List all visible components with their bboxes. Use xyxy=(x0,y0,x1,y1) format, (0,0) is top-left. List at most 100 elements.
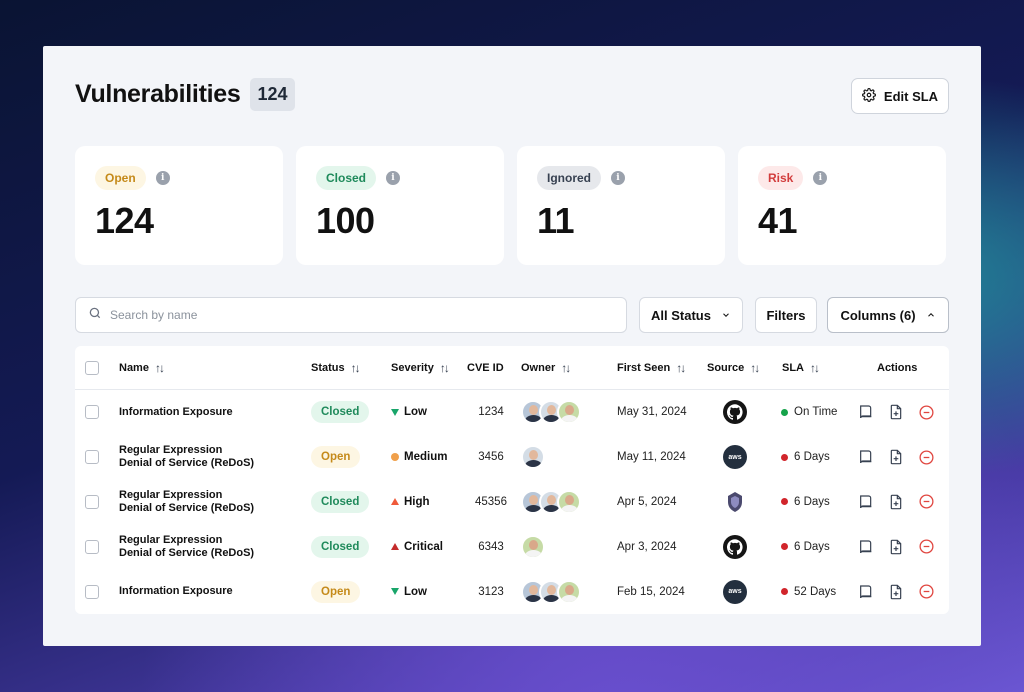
add-file-icon[interactable] xyxy=(887,448,905,466)
book-icon[interactable] xyxy=(857,403,875,421)
status-dropdown-label: All Status xyxy=(651,307,711,323)
aws-icon: aws xyxy=(723,445,747,470)
vulnerability-name[interactable]: Regular Expression Denial of Service (ReD… xyxy=(119,524,254,569)
github-icon xyxy=(723,400,747,425)
column-source[interactable]: Source ↑↓ xyxy=(707,346,760,390)
row-checkbox[interactable] xyxy=(85,405,99,420)
row-checkbox[interactable] xyxy=(85,450,99,465)
status-badge: Closed xyxy=(311,401,370,424)
sla-dot-icon xyxy=(781,543,788,551)
severity-low-icon xyxy=(391,408,399,416)
first-seen-date: Apr 5, 2024 xyxy=(617,495,677,508)
add-file-icon[interactable] xyxy=(887,538,905,556)
add-file-icon[interactable] xyxy=(887,403,905,421)
shield-icon xyxy=(723,490,747,514)
row-checkbox[interactable] xyxy=(85,584,99,599)
card-ignored: Ignored i 11 xyxy=(517,146,725,265)
cve-id: 3123 xyxy=(478,585,504,598)
row-checkbox[interactable] xyxy=(85,494,99,509)
open-count: 124 xyxy=(95,200,154,241)
book-icon[interactable] xyxy=(857,448,875,466)
owner-avatars[interactable] xyxy=(521,489,581,514)
owner-avatars[interactable] xyxy=(521,400,581,425)
book-icon[interactable] xyxy=(857,493,875,511)
status-dropdown[interactable]: All Status xyxy=(639,297,743,333)
add-file-icon[interactable] xyxy=(887,493,905,511)
column-first-seen[interactable]: First Seen ↑↓ xyxy=(617,346,686,390)
sla-status: 6 Days xyxy=(781,480,830,525)
column-owner[interactable]: Owner ↑↓ xyxy=(521,346,571,390)
column-status[interactable]: Status ↑↓ xyxy=(311,346,361,390)
info-icon[interactable]: i xyxy=(611,171,625,185)
column-sla[interactable]: SLA ↑↓ xyxy=(782,346,820,390)
info-icon[interactable]: i xyxy=(813,171,828,185)
sla-status: 6 Days xyxy=(781,524,830,569)
gear-icon xyxy=(861,87,876,105)
vulnerability-name[interactable]: Information Exposure xyxy=(119,390,233,435)
avatar xyxy=(557,400,581,425)
search-box[interactable] xyxy=(75,297,627,333)
vulnerabilities-panel: Vulnerabilities 124 Edit SLA Open i 124 … xyxy=(43,46,981,646)
owner-avatars[interactable] xyxy=(521,534,545,559)
remove-icon[interactable] xyxy=(917,583,935,601)
remove-icon[interactable] xyxy=(917,448,935,466)
status-badge: Open xyxy=(311,580,361,603)
table-toolbar: All Status Filters Columns (6) xyxy=(75,297,949,333)
vulnerability-name[interactable]: Regular Expression Denial of Service (ReD… xyxy=(119,435,254,480)
sla-dot-icon xyxy=(781,453,788,461)
book-icon[interactable] xyxy=(857,583,875,601)
sla-dot-icon xyxy=(781,498,788,506)
sort-icon: ↑↓ xyxy=(439,361,450,375)
status-badge: Closed xyxy=(311,490,370,513)
book-icon[interactable] xyxy=(857,538,875,556)
severity-critical-icon xyxy=(391,543,399,551)
remove-icon[interactable] xyxy=(917,493,935,511)
open-badge: Open xyxy=(95,166,146,190)
row-checkbox[interactable] xyxy=(85,539,99,554)
severity-label: Low xyxy=(391,586,427,598)
card-open: Open i 124 xyxy=(75,146,283,265)
add-file-icon[interactable] xyxy=(887,583,905,601)
sort-icon: ↑↓ xyxy=(750,361,760,375)
chevron-down-icon xyxy=(721,308,731,323)
first-seen-date: Feb 15, 2024 xyxy=(617,585,685,598)
vulnerability-name[interactable]: Information Exposure xyxy=(119,569,233,614)
summary-cards: Open i 124 Closed i 100 Ignored i 11 Ris… xyxy=(75,146,946,265)
table-row[interactable]: Regular Expression Denial of Service (ReD… xyxy=(75,435,949,480)
info-icon[interactable]: i xyxy=(155,171,170,185)
owner-avatars[interactable] xyxy=(521,445,545,470)
remove-icon[interactable] xyxy=(917,403,935,421)
edit-sla-button[interactable]: Edit SLA xyxy=(851,78,949,114)
info-icon[interactable]: i xyxy=(386,171,401,185)
remove-icon[interactable] xyxy=(917,538,935,556)
sla-dot-icon xyxy=(781,408,788,416)
table-row[interactable]: Information Exposure Closed Low 1234 May 31,… xyxy=(75,390,949,435)
first-seen-date: May 11, 2024 xyxy=(617,451,686,464)
vulnerability-name[interactable]: Regular Expression Denial of Service (ReD… xyxy=(119,480,254,525)
ignored-count: 11 xyxy=(537,200,575,241)
cve-id: 45356 xyxy=(475,495,507,508)
owner-avatars[interactable] xyxy=(521,579,581,604)
search-input[interactable] xyxy=(110,308,610,322)
risk-count: 41 xyxy=(758,200,798,241)
page-title: Vulnerabilities xyxy=(75,80,241,108)
columns-button[interactable]: Columns (6) xyxy=(827,297,949,333)
title-count-badge: 124 xyxy=(250,78,295,111)
sort-icon: ↑↓ xyxy=(154,361,165,375)
columns-button-label: Columns (6) xyxy=(840,307,916,323)
select-all-checkbox[interactable] xyxy=(85,361,99,375)
aws-icon: aws xyxy=(723,579,747,604)
table-row[interactable]: Regular Expression Denial of Service (ReD… xyxy=(75,480,949,525)
severity-medium-icon xyxy=(391,453,399,462)
column-severity[interactable]: Severity ↑↓ xyxy=(391,346,450,390)
severity-label: Low xyxy=(391,406,427,418)
table-row[interactable]: Regular Expression Denial of Service (ReD… xyxy=(75,524,949,569)
avatar xyxy=(557,579,581,604)
severity-high-icon xyxy=(391,498,399,506)
column-name[interactable]: Name ↑↓ xyxy=(119,346,165,390)
filters-button[interactable]: Filters xyxy=(755,297,817,333)
table-row[interactable]: Information Exposure Open Low 3123 Feb 15, 2… xyxy=(75,569,949,614)
first-seen-date: May 31, 2024 xyxy=(617,406,687,419)
status-badge: Open xyxy=(311,446,361,469)
vulnerabilities-table: Name ↑↓ Status ↑↓ Severity ↑↓ CVE ID Owner ↑… xyxy=(75,346,949,614)
